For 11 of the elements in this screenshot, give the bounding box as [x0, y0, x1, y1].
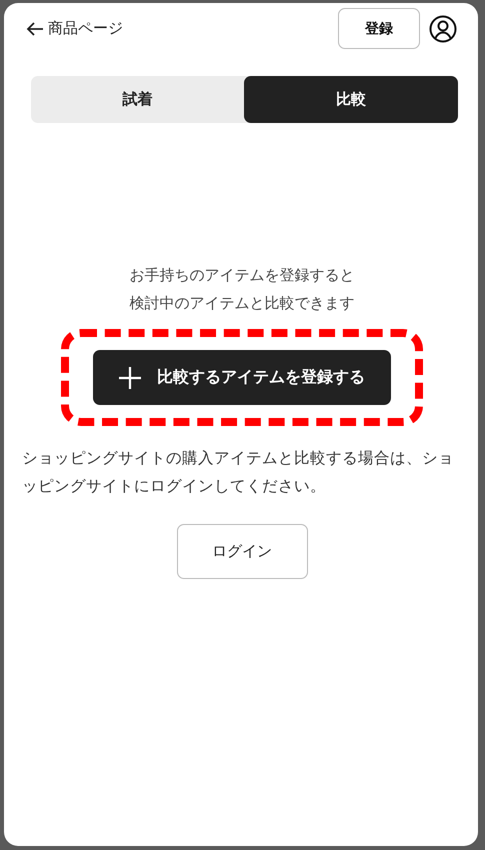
login-note: ショッピングサイトの購入アイテムと比較する場合は、ショッピングサイトにログインしてください。 [22, 448, 455, 497]
tab[interactable]: 試着 [30, 76, 244, 123]
back-link[interactable]: 商品ページ [26, 19, 123, 38]
tab[interactable]: 比較 [244, 76, 458, 123]
back-arrow-icon [26, 20, 44, 36]
login-button[interactable]: ログイン [176, 524, 308, 579]
plus-icon [119, 366, 141, 388]
info-message: お手持ちのアイテムを登録すると 検討中のアイテムと比較できます [130, 265, 354, 314]
register-button[interactable]: 登録 [338, 8, 420, 49]
user-icon[interactable] [429, 14, 457, 42]
add-item-button[interactable]: 比較するアイテムを登録する [93, 350, 391, 405]
